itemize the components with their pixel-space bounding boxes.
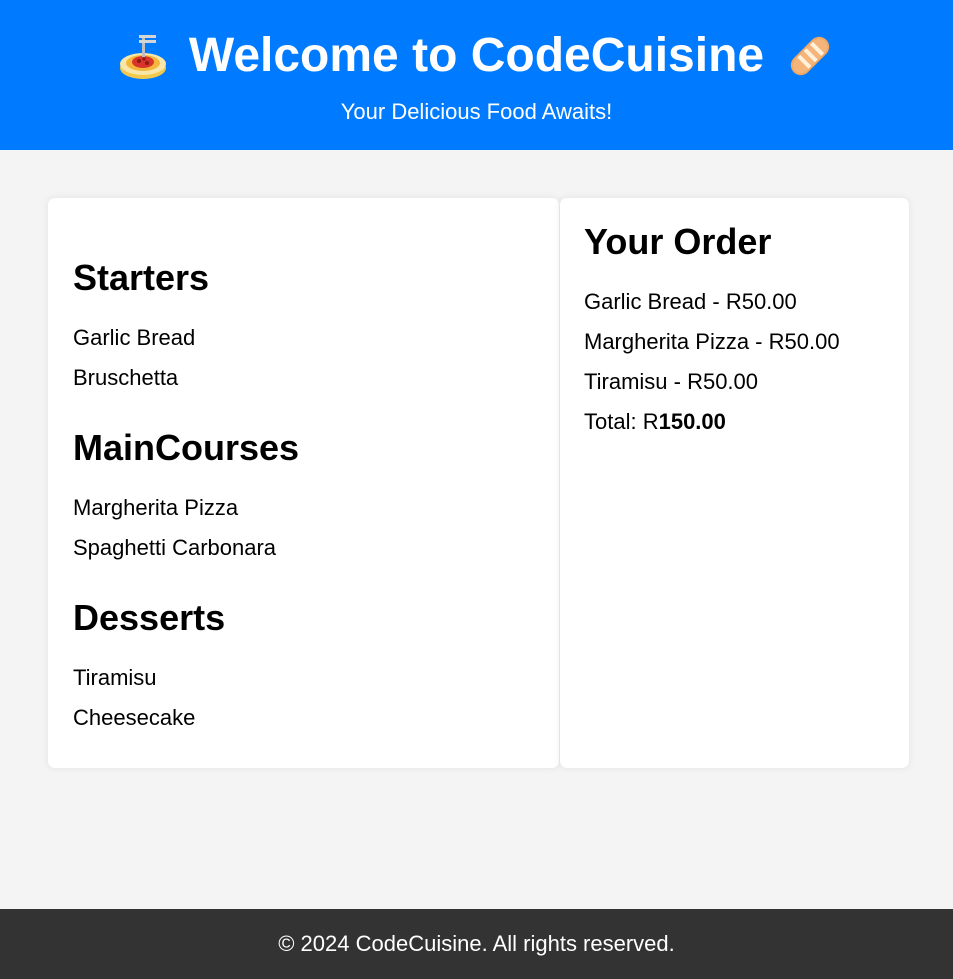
page-title: Welcome to CodeCuisine (188, 29, 765, 82)
spaghetti-icon (117, 30, 169, 82)
order-title: Your Order (584, 221, 772, 262)
menu-item-garlic-bread[interactable]: Garlic Bread (73, 324, 195, 352)
section-heading-desserts: Desserts (73, 597, 226, 638)
section-heading-main-courses: MainCourses (73, 427, 300, 468)
order-line-item: Margherita Pizza - R50.00 (584, 329, 840, 354)
menu-card: Starters Garlic Bread Bruschetta MainCou… (48, 198, 559, 768)
menu-item-spaghetti-carbonara[interactable]: Spaghetti Carbonara (73, 534, 276, 562)
menu-item-margherita-pizza[interactable]: Margherita Pizza (73, 494, 238, 522)
section-heading-starters: Starters (73, 257, 210, 298)
order-card: Your Order Garlic Bread - R50.00 Margher… (560, 198, 909, 768)
order-line-item: Garlic Bread - R50.00 (584, 289, 797, 314)
header-title-row: Welcome to CodeCuisine (0, 26, 953, 86)
order-total-label: Total: R (584, 409, 659, 434)
menu-item-cheesecake[interactable]: Cheesecake (73, 704, 195, 732)
page-footer: © 2024 CodeCuisine. All rights reserved. (0, 909, 953, 979)
bread-icon (784, 30, 836, 82)
order-line-item: Tiramisu - R50.00 (584, 369, 759, 394)
order-total: Total: R150.00 (584, 408, 726, 436)
menu-item-tiramisu[interactable]: Tiramisu (73, 664, 157, 692)
page-subtitle: Your Delicious Food Awaits! (340, 99, 613, 124)
footer-copyright: © 2024 CodeCuisine. All rights reserved. (278, 931, 675, 956)
menu-item-bruschetta[interactable]: Bruschetta (73, 364, 178, 392)
page-header: Welcome to CodeCuisine Your Delicious Fo… (0, 0, 953, 150)
order-total-value: 150.00 (658, 409, 726, 434)
